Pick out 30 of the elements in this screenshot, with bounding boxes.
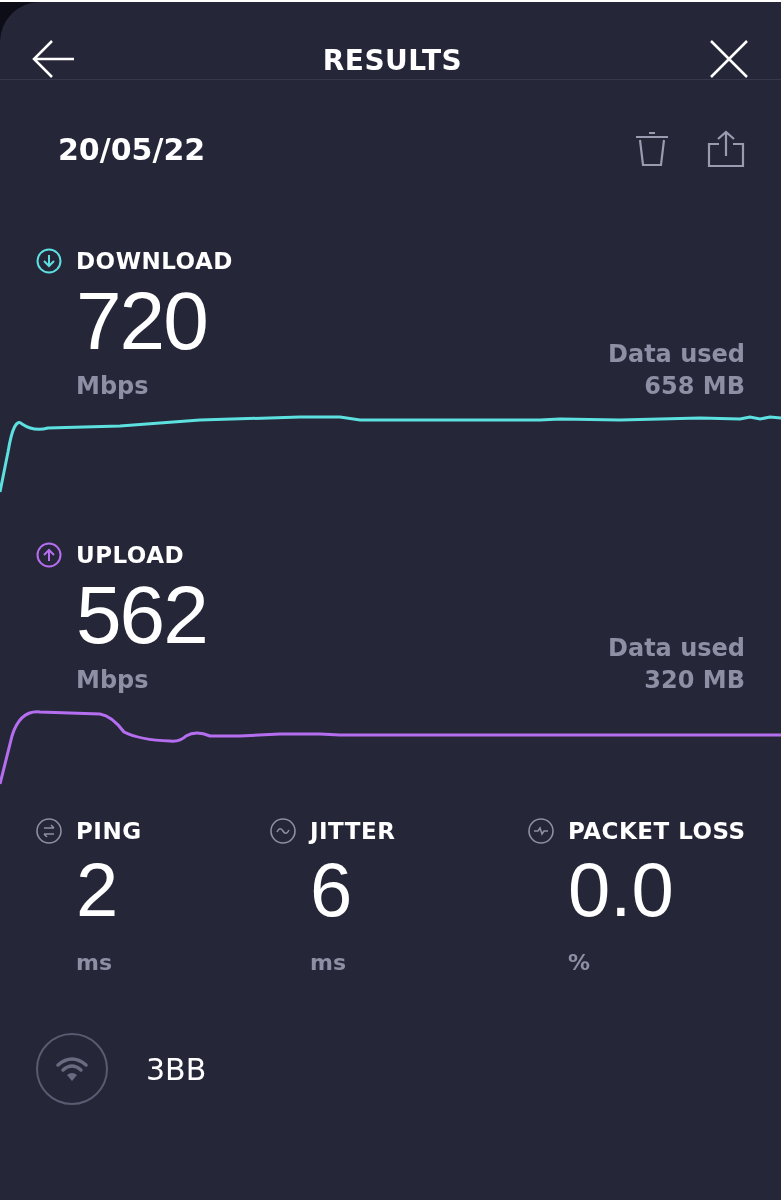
test-date: 20/05/22	[58, 131, 206, 167]
stat-label: PACKET LOSS	[568, 818, 746, 844]
screen-title: RESULTS	[322, 43, 463, 77]
ping-icon	[36, 818, 62, 844]
stat-value: 0.0	[568, 852, 675, 928]
stat-label: JITTER	[310, 818, 396, 844]
data-used-value: 320 MB	[644, 666, 745, 694]
speed-unit: Mbps	[76, 666, 150, 694]
stat-value: 6	[310, 852, 354, 928]
data-used-value: 658 MB	[644, 372, 745, 400]
stat-label: PING	[76, 818, 142, 844]
wifi-icon	[36, 1033, 108, 1105]
packet-loss-icon	[528, 818, 554, 844]
share-button[interactable]	[707, 130, 745, 168]
back-button[interactable]	[32, 38, 76, 79]
stat-value: 2	[76, 852, 120, 928]
metric-label: DOWNLOAD	[76, 248, 233, 274]
speed-value: 720	[76, 280, 207, 362]
data-used-label: Data used	[608, 340, 745, 368]
stat-unit: ms	[310, 950, 348, 975]
speed-unit: Mbps	[76, 372, 150, 400]
trash-button[interactable]	[633, 130, 671, 168]
speed-value: 562	[76, 574, 207, 656]
data-used-label: Data used	[608, 634, 745, 662]
stat-unit: ms	[76, 950, 114, 975]
wave-icon	[270, 818, 296, 844]
metric-label: UPLOAD	[76, 542, 185, 568]
stat-unit: %	[568, 950, 592, 975]
close-button[interactable]	[709, 38, 749, 79]
network-name: 3BB	[146, 1051, 207, 1087]
